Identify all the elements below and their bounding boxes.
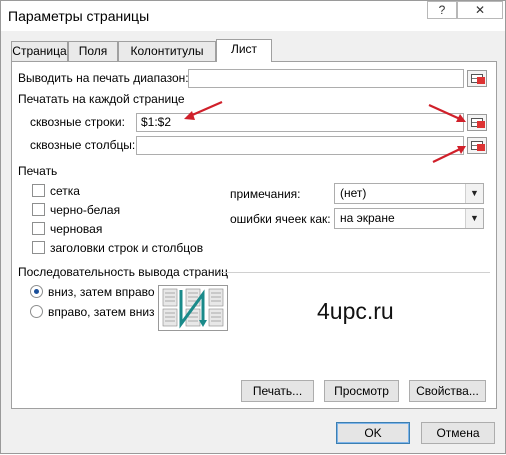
annotation-arrows — [184, 100, 466, 163]
tab-sheet[interactable]: Лист — [216, 39, 272, 62]
page-setup-dialog: Параметры страницы ? ✕ Страница Поля Кол… — [0, 0, 506, 454]
